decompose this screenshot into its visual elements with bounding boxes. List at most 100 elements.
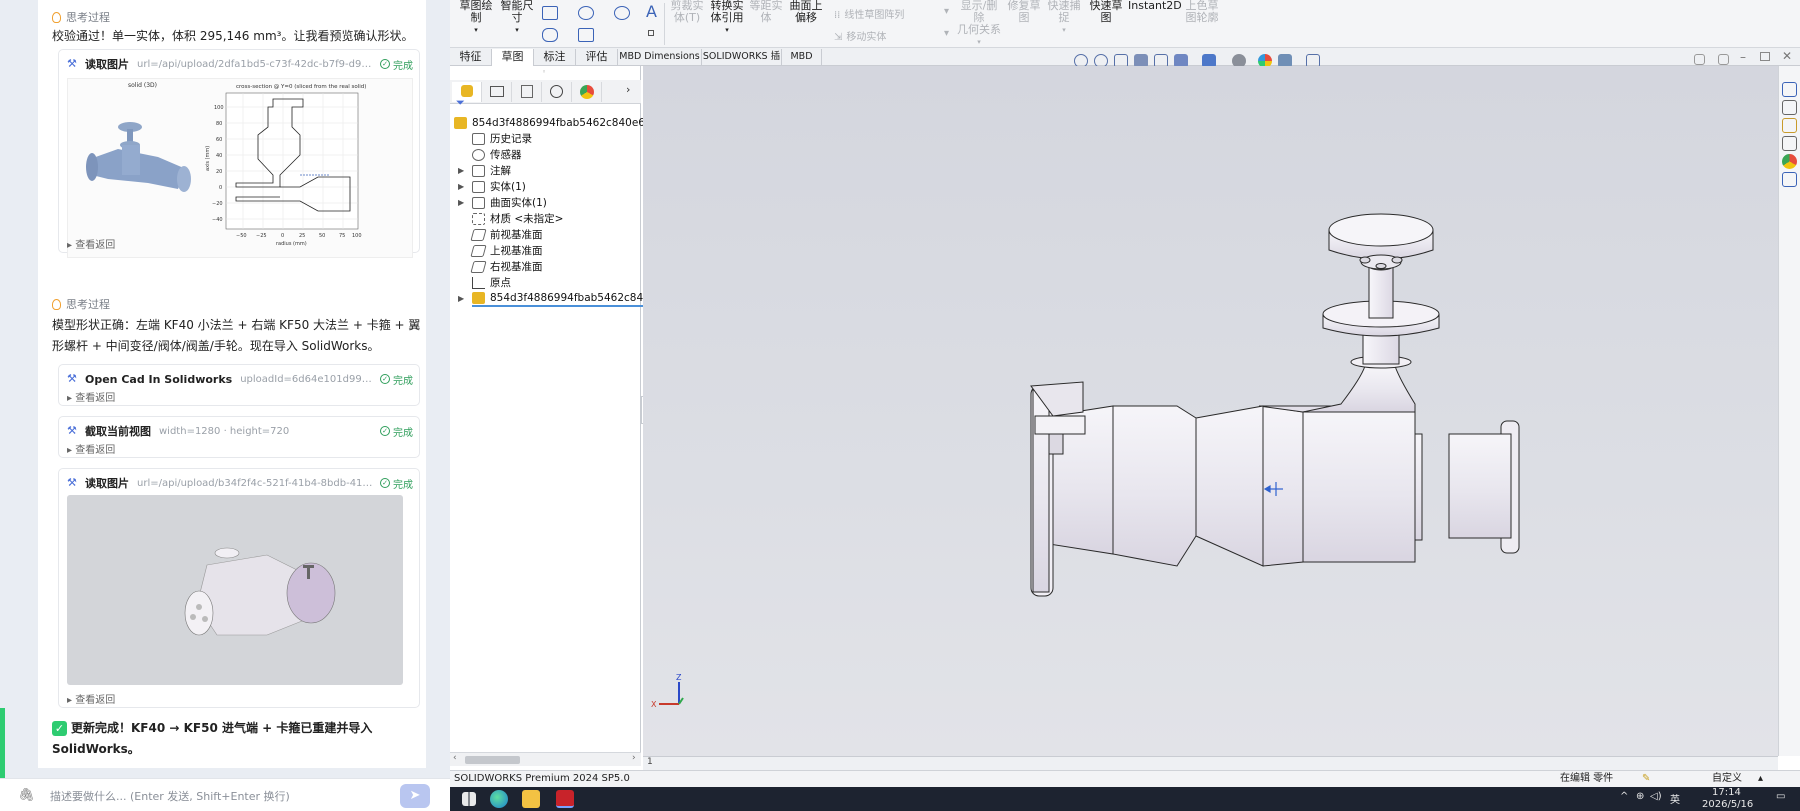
move-entities-button[interactable]: ⇲ 移动实体 xyxy=(834,28,886,43)
windows-start-icon[interactable] xyxy=(462,792,476,806)
expand-arrow-icon[interactable]: ▶ xyxy=(458,294,464,303)
units-selector[interactable]: 自定义 xyxy=(1712,771,1742,787)
tab-features[interactable]: 特征 xyxy=(450,49,492,66)
expand-arrow-icon[interactable]: ▶ xyxy=(458,182,464,191)
tab-mbd[interactable]: MBD xyxy=(782,49,822,66)
tree-root-part[interactable]: 854d3f4886994fbab5462c840e617 xyxy=(454,115,658,131)
tree-item-material[interactable]: 材质 <未指定> xyxy=(472,211,563,227)
tab-evaluate[interactable]: 评估 xyxy=(576,49,618,66)
window-restore-icon[interactable] xyxy=(1694,54,1705,65)
display-manager-tab[interactable] xyxy=(572,82,602,102)
offset-on-surface-button[interactable]: 曲面上 偏移 xyxy=(786,0,826,24)
circle-icon[interactable] xyxy=(614,6,630,20)
configuration-manager-tab[interactable] xyxy=(512,82,542,102)
chat-transcript[interactable]: 思考过程 校验通过！单一实体，体积 295,146 mm³。让我看预览确认形状。… xyxy=(38,0,426,768)
view-result-toggle[interactable]: ▸ 查看返回 xyxy=(67,691,115,706)
convert-entities-button[interactable]: 转换实 体引用 ▾ xyxy=(708,0,746,36)
point-icon[interactable] xyxy=(648,30,654,36)
text-tool-icon[interactable]: A xyxy=(646,2,657,21)
chevron-right-icon[interactable]: › xyxy=(626,83,630,96)
sketch-draw-button[interactable]: 草图绘制 ▾ xyxy=(458,0,494,36)
valve-3d-model[interactable]: Z X xyxy=(643,66,1778,756)
tool-card-header[interactable]: ⚒ Open Cad In Solidworks uploadId=6d64e1… xyxy=(67,371,413,387)
solidworks-taskbar-icon[interactable] xyxy=(556,790,574,808)
thinking-toggle-2[interactable]: 思考过程 xyxy=(52,296,110,312)
tree-horizontal-scrollbar[interactable]: ‹ › xyxy=(450,752,641,766)
repair-sketch-button[interactable]: 修复草图 xyxy=(1006,0,1042,24)
design-library-icon[interactable] xyxy=(1782,118,1797,133)
shaded-sketch-contours-button[interactable]: 上色草 图轮廓 xyxy=(1180,0,1224,24)
custom-properties-icon[interactable] xyxy=(1782,172,1797,187)
linear-sketch-pattern-button[interactable]: ⁞⁞ 线性草图阵列 xyxy=(834,6,904,21)
appearances-icon[interactable] xyxy=(1782,154,1797,169)
rebuild-icon[interactable]: ✎ xyxy=(1642,771,1650,787)
volume-icon[interactable]: ◁) xyxy=(1650,791,1662,802)
paperclip-icon[interactable]: 🖇 xyxy=(18,788,35,803)
file-explorer-taskbar-icon[interactable] xyxy=(522,790,540,808)
tab-sketch[interactable]: 草图 xyxy=(492,49,534,66)
quick-snaps-button[interactable]: 快速捕捉 ▾ xyxy=(1046,0,1082,36)
tray-chevron-icon[interactable]: ^ xyxy=(1620,791,1628,802)
maximize-icon[interactable] xyxy=(1760,52,1770,61)
slot-icon[interactable] xyxy=(542,28,558,42)
tree-item-surface-bodies[interactable]: 曲面实体(1) xyxy=(472,195,547,211)
tree-item-solid-bodies[interactable]: 实体(1) xyxy=(472,179,526,195)
tree-item-right-plane[interactable]: 右视基准面 xyxy=(470,259,543,275)
tool-card-header[interactable]: ⚒ 读取图片 url=/api/upload/b34f2f4c-521f-41b… xyxy=(67,475,413,491)
image-preview-1[interactable]: solid (3D) cross-section @ Y=0 (sliced f… xyxy=(67,78,413,258)
thinking-toggle-1[interactable]: 思考过程 xyxy=(52,9,110,25)
clock-time[interactable]: 17:14 xyxy=(1712,787,1741,798)
panel-grip-icon[interactable]: ◦ xyxy=(542,68,546,76)
ime-indicator[interactable]: 英 xyxy=(1670,791,1680,806)
window-tile-icon[interactable] xyxy=(1718,54,1729,65)
expand-arrow-icon[interactable]: ▶ xyxy=(458,166,464,175)
tree-item-front-plane[interactable]: 前视基准面 xyxy=(470,227,543,243)
file-explorer-icon[interactable] xyxy=(1782,136,1797,151)
view-result-toggle[interactable]: ▸ 查看返回 xyxy=(67,389,115,404)
minimize-icon[interactable]: – xyxy=(1740,50,1746,64)
chat-input[interactable]: 描述要做什么... (Enter 发送, Shift+Enter 换行) xyxy=(50,788,290,804)
property-manager-tab[interactable] xyxy=(482,82,512,102)
arc-icon[interactable] xyxy=(578,6,594,20)
offset-entities-button[interactable]: 等距实体 xyxy=(748,0,784,24)
dimxpert-manager-tab[interactable] xyxy=(542,82,572,102)
clock-date[interactable]: 2026/5/16 xyxy=(1702,799,1753,810)
tab-solidworks-addins[interactable]: SOLIDWORKS 插件 xyxy=(702,49,782,78)
rapid-sketch-button[interactable]: 快速草图 xyxy=(1088,0,1124,24)
chevron-up-icon[interactable]: ▴ xyxy=(1758,771,1763,787)
graphics-area[interactable]: Z X xyxy=(643,66,1778,756)
sheet-tab[interactable]: 1 xyxy=(647,757,653,767)
tree-item-top-plane[interactable]: 上视基准面 xyxy=(470,243,543,259)
resources-icon[interactable] xyxy=(1782,100,1797,115)
move-dropdown[interactable]: ▾ xyxy=(944,28,949,39)
filter-icon[interactable]: ⏷ xyxy=(456,96,465,110)
tree-item-annotations[interactable]: 注解 xyxy=(472,163,511,179)
send-button[interactable]: ➤ xyxy=(400,784,430,808)
tree-item-origin[interactable]: 原点 xyxy=(472,275,511,291)
display-delete-relations-button[interactable]: 显示/删除 几何关系 ▾ xyxy=(956,0,1002,48)
check-icon: ✓ xyxy=(52,721,67,736)
tab-markup[interactable]: 标注 xyxy=(534,49,576,66)
close-icon[interactable]: ✕ xyxy=(1782,49,1792,63)
notification-icon[interactable]: ▭ xyxy=(1776,791,1785,802)
tab-mbd-dimensions[interactable]: MBD Dimensions xyxy=(618,49,702,66)
scrollbar-thumb[interactable] xyxy=(465,756,520,764)
tool-card-header[interactable]: ⚒ 截取当前视图 width=1280 · height=720 ✓ 完成 xyxy=(67,423,413,439)
pattern-dropdown[interactable]: ▾ xyxy=(944,6,949,17)
tree-item-sensors[interactable]: 传感器 xyxy=(472,147,522,163)
tree-item-imported-feature[interactable]: 854d3f4886994fbab5462c840e xyxy=(472,291,657,307)
tree-item-history[interactable]: 历史记录 xyxy=(472,131,532,147)
network-icon[interactable]: ⊕ xyxy=(1636,791,1644,802)
image-preview-2[interactable] xyxy=(67,495,403,685)
instant2d-button[interactable]: Instant2D xyxy=(1128,0,1182,12)
view-result-toggle[interactable]: ▸ 查看返回 xyxy=(67,236,115,251)
tool-card-header[interactable]: ⚒ 读取图片 url=/api/upload/2dfa1bd5-c73f-42d… xyxy=(67,56,413,72)
home-icon[interactable] xyxy=(1782,82,1797,97)
smart-dimension-button[interactable]: 智能尺寸 ▾ xyxy=(498,0,536,36)
edge-browser-icon[interactable] xyxy=(490,790,508,808)
rectangle-icon[interactable] xyxy=(542,6,558,20)
polygon-icon[interactable] xyxy=(578,28,594,42)
view-result-toggle[interactable]: ▸ 查看返回 xyxy=(67,441,115,456)
expand-arrow-icon[interactable]: ▶ xyxy=(458,198,464,207)
trim-entities-button[interactable]: 剪裁实 体(T) xyxy=(670,0,704,24)
